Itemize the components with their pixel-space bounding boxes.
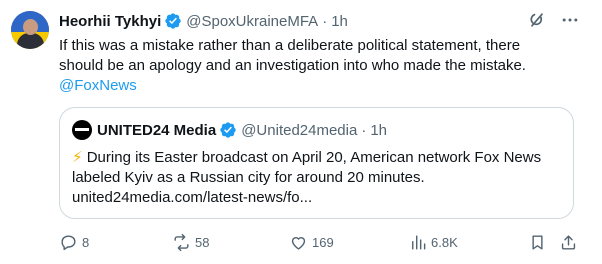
quoted-text-line: ⚡ During its Easter broadcast on April 2… — [72, 148, 567, 168]
tweet[interactable]: Heorhii Tykhyi @SpoxUkraineMFA · 1h If t… — [0, 0, 602, 264]
views-icon — [412, 234, 426, 250]
reply-count: 8 — [82, 234, 90, 250]
quoted-author-avatar — [72, 120, 92, 140]
tweet-text: If this was a mistake rather than a deli… — [59, 36, 589, 96]
verified-icon — [165, 13, 181, 29]
more-icon[interactable] — [560, 10, 580, 30]
author-avatar[interactable] — [11, 11, 49, 49]
like-count: 169 — [312, 234, 334, 250]
author-name[interactable]: Heorhii Tykhyi — [59, 13, 161, 30]
quoted-text-content: During its Easter broadcast on April 20,… — [86, 149, 542, 166]
quoted-tweet-text: ⚡ During its Easter broadcast on April 2… — [72, 148, 567, 208]
tweet-header: Heorhii Tykhyi @SpoxUkraineMFA · 1h — [59, 11, 348, 31]
quoted-author-name: UNITED24 Media — [97, 121, 217, 139]
repost-count: 58 — [195, 234, 210, 250]
lightning-icon: ⚡ — [72, 149, 83, 166]
mention-link[interactable]: @FoxNews — [59, 76, 589, 96]
tweet-text-line: should be an apology and an investigatio… — [59, 57, 526, 74]
verified-icon — [220, 122, 236, 138]
quoted-tweet[interactable]: UNITED24 Media @United24media · 1h ⚡ Dur… — [59, 107, 574, 219]
grok-icon[interactable] — [527, 10, 547, 30]
share-button[interactable] — [559, 231, 578, 253]
repost-button[interactable]: 58 — [172, 231, 209, 253]
quoted-tweet-header: UNITED24 Media @United24media · 1h — [72, 120, 387, 140]
quoted-link: united24media.com/latest-news/fo... — [72, 189, 313, 206]
share-icon — [561, 234, 576, 250]
tweet-text-line: If this was a mistake rather than a deli… — [59, 37, 521, 54]
quoted-text-line: labeled Kyiv as a Russian city for aroun… — [72, 169, 425, 186]
repost-icon — [174, 233, 189, 251]
like-icon — [291, 236, 306, 250]
quoted-author-handle: @United24media — [241, 121, 358, 139]
reply-icon — [61, 234, 76, 250]
separator-dot: · — [322, 12, 328, 30]
bookmark-button[interactable] — [528, 231, 547, 253]
bookmark-icon — [532, 234, 543, 250]
action-bar: 8 58 169 6.8K — [59, 231, 581, 253]
views-button[interactable]: 6.8K — [408, 231, 458, 253]
like-button[interactable]: 169 — [289, 231, 334, 253]
author-handle[interactable]: @SpoxUkraineMFA — [186, 13, 318, 30]
views-count: 6.8K — [431, 234, 458, 250]
reply-button[interactable]: 8 — [59, 231, 89, 253]
quoted-tweet-time: 1h — [370, 121, 388, 139]
tweet-time[interactable]: 1h — [331, 13, 348, 30]
separator-dot: · — [361, 121, 367, 139]
